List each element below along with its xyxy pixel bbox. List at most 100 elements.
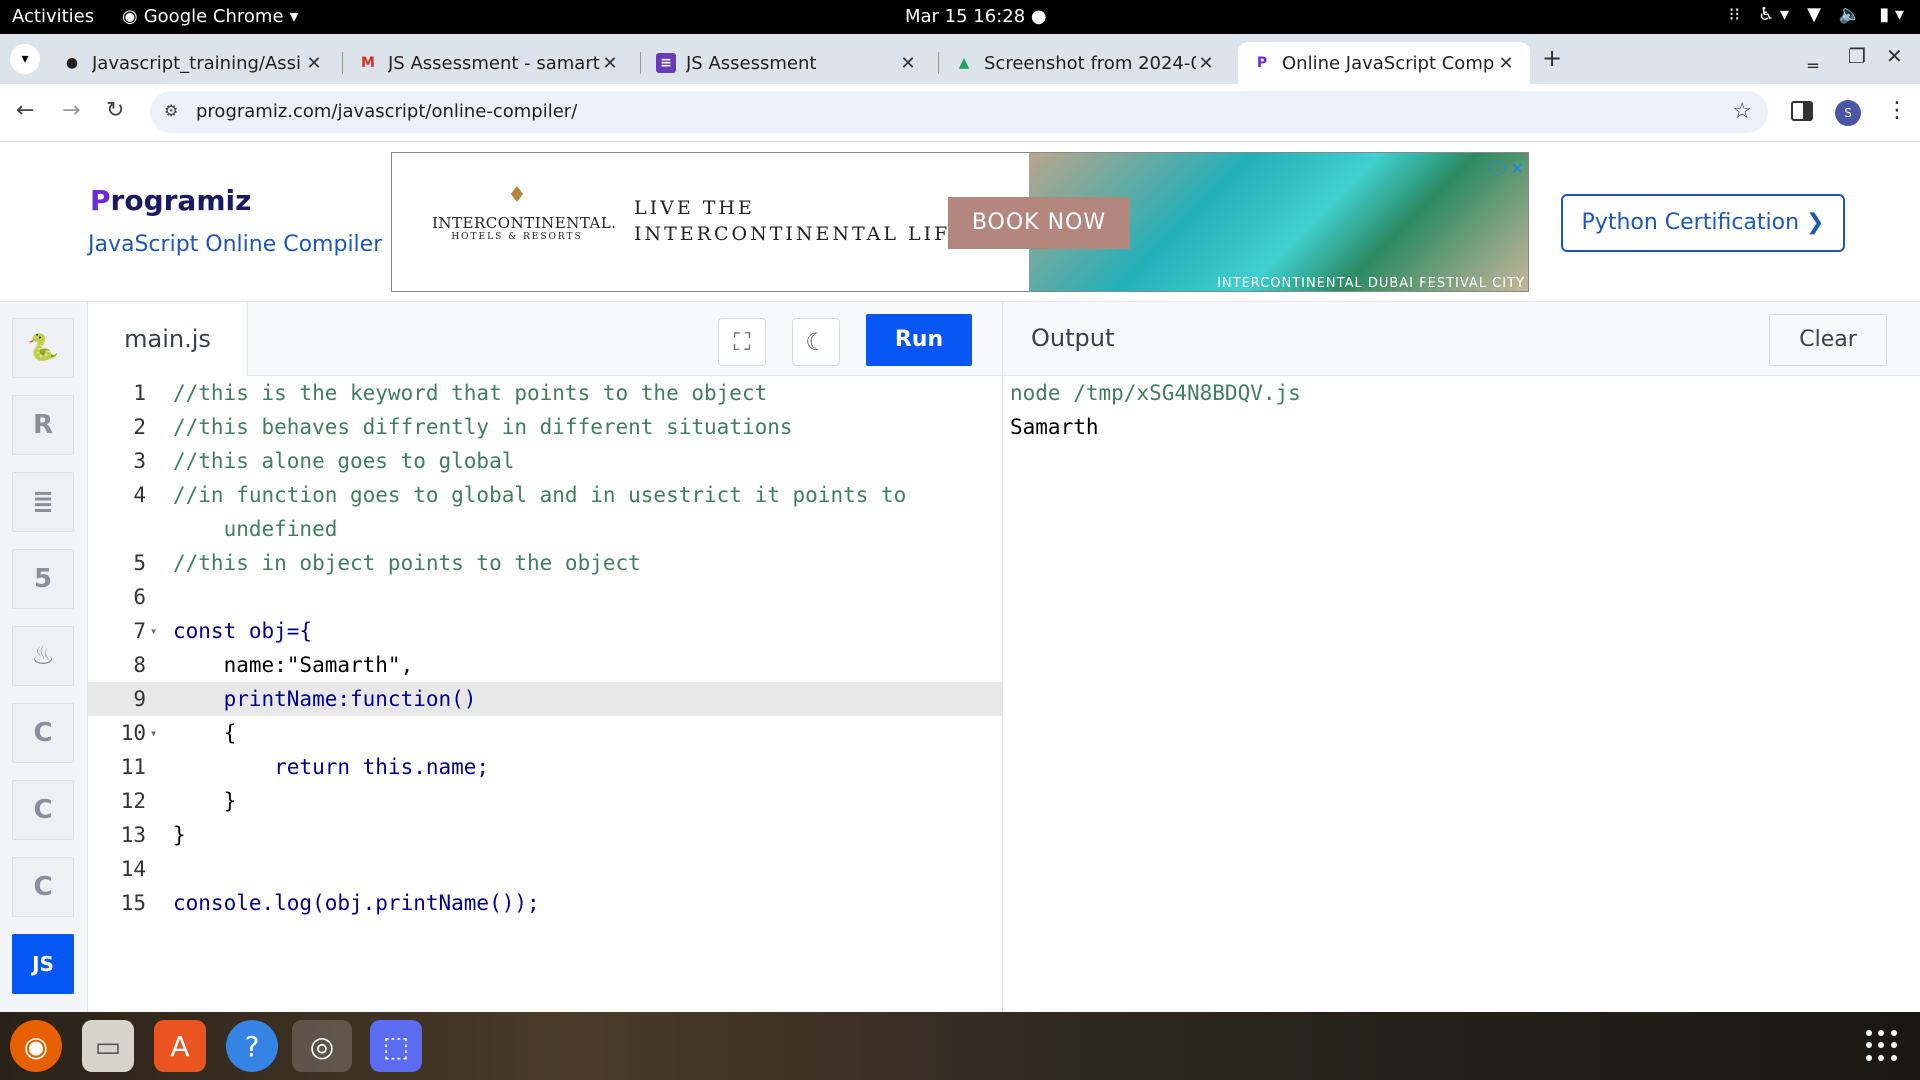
- file-tab-main-js[interactable]: main.js: [88, 302, 248, 376]
- close-window-icon[interactable]: ✕: [1886, 44, 1903, 68]
- ad-choices-icon[interactable]: ⓘ ✕: [1490, 155, 1525, 179]
- help-icon[interactable]: ?: [226, 1020, 278, 1072]
- tab-programiz[interactable]: P Online JavaScript Compi ✕: [1238, 42, 1530, 84]
- tab-title: Online JavaScript Compi: [1282, 52, 1496, 74]
- app-name: Google Chrome: [143, 6, 284, 27]
- output-header: Output Clear: [1002, 302, 1920, 376]
- chevron-down-icon: ▾: [289, 6, 299, 27]
- new-tab-button[interactable]: +: [1542, 44, 1562, 72]
- ad-brand-name: INTERCONTINENTAL.: [432, 214, 617, 232]
- book-now-button[interactable]: BOOK NOW: [948, 197, 1130, 249]
- minimize-icon[interactable]: ‗: [1808, 44, 1818, 68]
- tab-search-button[interactable]: ▾: [10, 44, 40, 74]
- forms-icon: ≡: [656, 53, 676, 73]
- line-number: 11: [120, 755, 146, 779]
- side-panel-icon[interactable]: [1791, 101, 1813, 121]
- ad-tagline: LIVE THE INTERCONTINENTAL LIFE: [634, 195, 967, 247]
- battery-icon: ▮ ▾: [1879, 4, 1904, 25]
- code-line: 1 //this is the keyword that points to th…: [88, 376, 1002, 410]
- address-bar[interactable]: ⚙ programiz.com/javascript/online-compil…: [150, 91, 1768, 133]
- programiz-logo[interactable]: Programiz: [90, 184, 251, 217]
- cpp-lang-icon[interactable]: C: [12, 780, 74, 840]
- line-number: 3: [133, 449, 146, 473]
- line-number: 14: [120, 857, 146, 881]
- code-text: console.log(obj.printName());: [173, 891, 540, 915]
- tab-github[interactable]: ● Javascript_training/Assi ✕: [48, 42, 338, 84]
- clock[interactable]: Mar 15 16:28 ●: [905, 6, 1047, 27]
- html-lang-icon[interactable]: 5: [12, 549, 74, 609]
- fold-arrow-icon[interactable]: ▾: [150, 614, 157, 648]
- c-lang-icon[interactable]: C: [12, 703, 74, 763]
- output-console[interactable]: node /tmp/xSG4N8BDQV.js Samarth: [1002, 376, 1920, 1012]
- ad-caption: INTERCONTINENTAL DUBAI FESTIVAL CITY: [1217, 276, 1525, 291]
- clock-text: Mar 15 16:28: [905, 6, 1026, 27]
- close-icon[interactable]: ✕: [898, 53, 918, 74]
- accessibility-icon: ♿ ▾: [1758, 4, 1790, 25]
- run-button[interactable]: Run: [866, 314, 972, 366]
- forward-icon[interactable]: →: [62, 98, 80, 123]
- tab-strip: ▾ ● Javascript_training/Assi ✕ M JS Asse…: [0, 34, 1920, 84]
- files-icon[interactable]: ▭: [82, 1020, 134, 1072]
- logo-text: rogramiz: [110, 184, 252, 217]
- chrome-dock-icon[interactable]: ◎: [292, 1020, 352, 1072]
- chrome-small-icon: ◉: [122, 6, 138, 27]
- drive-icon: ▲: [958, 55, 970, 71]
- screenshot-tool-icon[interactable]: ⬚: [370, 1020, 422, 1072]
- tab-gmail[interactable]: M JS Assessment - samarth ✕: [344, 42, 634, 84]
- tab-title: Javascript_training/Assi: [92, 52, 302, 74]
- sql-lang-icon[interactable]: ≣: [12, 472, 74, 532]
- code-line: 7 ▾ const obj={: [88, 614, 1002, 648]
- bookmark-star-icon[interactable]: ☆: [1732, 99, 1752, 124]
- back-icon[interactable]: ←: [16, 98, 34, 123]
- code-editor[interactable]: 1 //this is the keyword that points to th…: [88, 376, 1002, 1012]
- output-title: Output: [1031, 324, 1115, 352]
- code-line: 13}: [88, 818, 1002, 852]
- r-lang-icon[interactable]: R: [12, 395, 74, 455]
- url-text[interactable]: programiz.com/javascript/online-compiler…: [196, 101, 577, 122]
- close-icon[interactable]: ✕: [1496, 53, 1516, 74]
- code-line-active: 9 printName:function(): [88, 682, 1002, 716]
- activities-button[interactable]: Activities: [12, 6, 94, 27]
- language-sidebar: 🐍 R ≣ 5 ♨ C C C JS: [0, 302, 88, 1012]
- close-icon[interactable]: ✕: [304, 53, 324, 74]
- csharp-lang-icon[interactable]: C: [12, 857, 74, 917]
- ad-brand: ♦ INTERCONTINENTAL. HOTELS & RESORTS: [432, 183, 617, 242]
- close-icon[interactable]: ✕: [600, 53, 620, 74]
- clear-button[interactable]: Clear: [1769, 314, 1887, 366]
- reload-icon[interactable]: ↻: [106, 98, 124, 123]
- maximize-icon[interactable]: ❐: [1848, 44, 1866, 68]
- app-menu[interactable]: ◉ Google Chrome ▾: [122, 6, 299, 27]
- line-number: 15: [120, 891, 146, 915]
- code-text: printName:function(): [173, 687, 477, 711]
- java-lang-icon[interactable]: ♨: [12, 626, 74, 686]
- logo-p: P: [90, 184, 111, 217]
- tab-title: JS Assessment: [686, 52, 817, 74]
- code-text: //in function goes to global and in uses…: [173, 483, 907, 507]
- system-tray[interactable]: ⁝⁝ ♿ ▾ ▼ 🔈 ▮ ▾: [1729, 4, 1904, 25]
- fold-arrow-icon[interactable]: ▾: [150, 716, 157, 750]
- ad-banner[interactable]: ♦ INTERCONTINENTAL. HOTELS & RESORTS LIV…: [391, 152, 1529, 292]
- python-lang-icon[interactable]: 🐍: [12, 318, 74, 378]
- code-text: return this.name;: [173, 755, 490, 779]
- menu-kebab-icon[interactable]: ⋮: [1886, 98, 1908, 123]
- code-line: 14: [88, 852, 1002, 886]
- python-certification-button[interactable]: Python Certification ❯: [1561, 194, 1845, 252]
- code-line: 15 console.log(obj.printName());: [88, 886, 1002, 920]
- wifi-icon: ▼: [1807, 4, 1821, 25]
- close-icon[interactable]: ✕: [1196, 53, 1216, 74]
- fullscreen-icon[interactable]: ⛶: [718, 318, 766, 366]
- github-icon: ●: [65, 55, 79, 71]
- tab-forms[interactable]: ≡ JS Assessment ✕: [642, 42, 932, 84]
- app-center-icon[interactable]: A: [154, 1020, 206, 1072]
- profile-avatar[interactable]: S: [1835, 100, 1861, 126]
- show-apps-grid-icon[interactable]: [1866, 1030, 1898, 1062]
- code-text: }: [173, 823, 186, 847]
- js-lang-icon[interactable]: JS: [12, 934, 74, 994]
- dark-mode-moon-icon[interactable]: ☾: [792, 318, 840, 366]
- site-info-icon[interactable]: ⚙: [164, 101, 178, 120]
- tab-drive[interactable]: ▲ Screenshot from 2024-0 ✕: [940, 42, 1230, 84]
- line-number: 7: [133, 619, 146, 643]
- ad-brand-sub: HOTELS & RESORTS: [451, 232, 583, 242]
- code-text: //this alone goes to global: [173, 449, 515, 473]
- firefox-icon[interactable]: ◉: [10, 1020, 62, 1072]
